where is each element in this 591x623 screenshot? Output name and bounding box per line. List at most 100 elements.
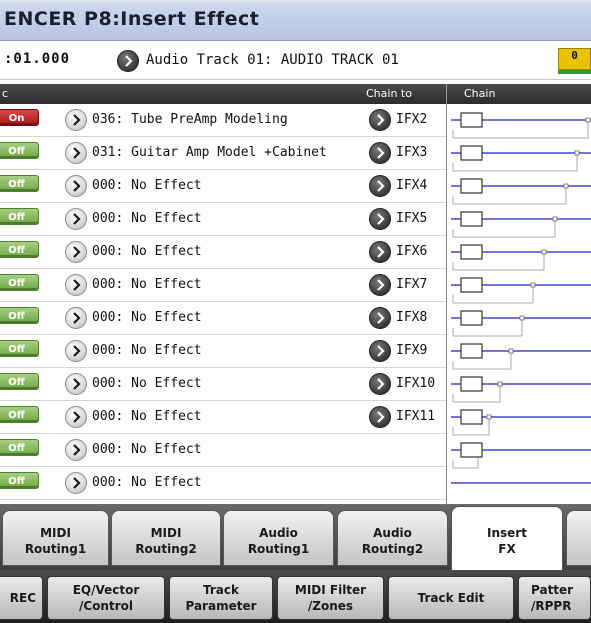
chain-to-button[interactable] [369,373,391,395]
chevron-right-icon [377,279,385,291]
mode-tab-track-edit[interactable]: Track Edit [388,576,514,620]
effect-name[interactable]: 000: No Effect [92,244,202,259]
effect-select-button[interactable] [65,373,87,395]
ifx-on-off-toggle[interactable]: Off [0,142,39,159]
ifx-on-off-toggle[interactable]: Off [0,175,39,192]
tab-audio-routing2[interactable]: Audio Routing2 [337,510,448,566]
ifx-on-off-toggle[interactable]: Off [0,274,39,291]
effect-select-button[interactable] [65,472,87,494]
tab-midi-routing2[interactable]: MIDI Routing2 [111,510,221,566]
chain-to-value[interactable]: IFX8 [396,310,427,325]
effect-name[interactable]: 000: No Effect [92,211,202,226]
effect-name[interactable]: 036: Tube PreAmp Modeling [92,112,288,127]
tab-audio-routing1[interactable]: Audio Routing1 [223,510,334,566]
chain-ifx-box [460,244,483,260]
effect-name[interactable]: 031: Guitar Amp Model +Cabinet [92,145,327,160]
song-location[interactable]: :01.000 [4,51,70,67]
effect-select-button[interactable] [65,175,87,197]
effect-select-button[interactable] [65,340,87,362]
chain-to-button[interactable] [369,406,391,428]
chain-ifx-box [460,277,483,293]
chain-to-value[interactable]: IFX9 [396,343,427,358]
chain-ifx-box [460,178,483,194]
ifx-on-off-toggle[interactable]: Off [0,406,39,423]
effect-select-button[interactable] [65,208,87,230]
ifx-on-off-toggle[interactable]: Off [0,208,39,225]
chevron-right-icon [125,55,133,67]
chain-to-button[interactable] [369,307,391,329]
chain-ifx-box [460,145,483,161]
page-title: ENCER P8:Insert Effect [4,8,260,30]
chain-to-value[interactable]: IFX2 [396,112,427,127]
chain-to-button[interactable] [369,340,391,362]
chevron-right-icon [73,213,81,225]
chevron-right-icon [73,345,81,357]
effect-row: Off 031: Guitar Amp Model +Cabinet IFX3 [0,137,447,170]
column-header-chain: Chain [464,87,496,100]
chain-node [585,117,591,123]
effect-name[interactable]: 000: No Effect [92,277,202,292]
chain-to-value[interactable]: IFX3 [396,145,427,160]
ifx-on-off-toggle[interactable]: Off [0,307,39,324]
chain-ifx-box [460,409,483,425]
chain-node [563,183,569,189]
chain-ifx-box [460,343,483,359]
chevron-right-icon [377,411,385,423]
ifx-on-off-toggle[interactable]: Off [0,439,39,456]
effect-select-button[interactable] [65,142,87,164]
chain-to-value[interactable]: IFX11 [396,409,435,424]
chain-to-value[interactable]: IFX5 [396,211,427,226]
effect-name[interactable]: 000: No Effect [92,343,202,358]
effect-row: Off 000: No Effect IFX8 [0,302,447,335]
chain-ifx-box [460,211,483,227]
ifx-on-off-toggle[interactable]: On [0,109,39,126]
chain-to-button[interactable] [369,208,391,230]
effect-row: Off 000: No Effect IFX11 [0,401,447,434]
effect-name[interactable]: 000: No Effect [92,442,202,457]
ifx-on-off-toggle[interactable]: Off [0,340,39,357]
chain-to-value[interactable]: IFX10 [396,376,435,391]
mode-tab-patter-rppr[interactable]: Patter /RPPR [518,576,591,620]
effect-name[interactable]: 000: No Effect [92,310,202,325]
tab-midi-routing1[interactable]: MIDI Routing1 [2,510,109,566]
effect-name[interactable]: 000: No Effect [92,475,202,490]
chevron-right-icon [377,312,385,324]
chain-node [541,249,547,255]
effect-select-button[interactable] [65,307,87,329]
mode-tab-rec[interactable]: REC [0,576,43,620]
effect-select-button[interactable] [65,109,87,131]
chain-to-value[interactable]: IFX7 [396,277,427,292]
effect-select-button[interactable] [65,241,87,263]
chain-to-button[interactable] [369,274,391,296]
chain-to-value[interactable]: IFX4 [396,178,427,193]
effect-name[interactable]: 000: No Effect [92,178,202,193]
effect-select-button[interactable] [65,274,87,296]
effect-name[interactable]: 000: No Effect [92,409,202,424]
effect-select-button[interactable] [65,406,87,428]
ifx-on-off-toggle[interactable]: Off [0,241,39,258]
effect-row: Off 000: No Effect IFX10 [0,368,447,401]
mode-tab-midi-filter-zones[interactable]: MIDI Filter /Zones [277,576,384,620]
mode-tab-track-parameter[interactable]: Track Parameter [169,576,273,620]
track-name[interactable]: Audio Track 01: AUDIO TRACK 01 [146,52,399,68]
ifx-on-off-toggle[interactable]: Off [0,373,39,390]
chain-to-value[interactable]: IFX6 [396,244,427,259]
chevron-right-icon [73,246,81,258]
tab-more[interactable] [566,510,591,566]
chain-to-button[interactable] [369,175,391,197]
effect-select-button[interactable] [65,439,87,461]
column-divider [446,84,447,104]
ifx-on-off-toggle[interactable]: Off [0,472,39,489]
track-select-button[interactable] [117,50,139,72]
effect-row: Off 000: No Effect [0,434,447,467]
chain-to-button[interactable] [369,142,391,164]
chevron-right-icon [377,213,385,225]
chain-diagram [446,104,591,504]
mode-tab-eq-vector-control[interactable]: EQ/Vector /Control [47,576,165,620]
tab-insert-fx[interactable]: Insert FX [451,506,563,570]
chevron-right-icon [377,378,385,390]
chain-to-button[interactable] [369,241,391,263]
effect-name[interactable]: 000: No Effect [92,376,202,391]
song-info-bar: :01.000 Audio Track 01: AUDIO TRACK 01 0 [0,41,591,80]
chain-to-button[interactable] [369,109,391,131]
